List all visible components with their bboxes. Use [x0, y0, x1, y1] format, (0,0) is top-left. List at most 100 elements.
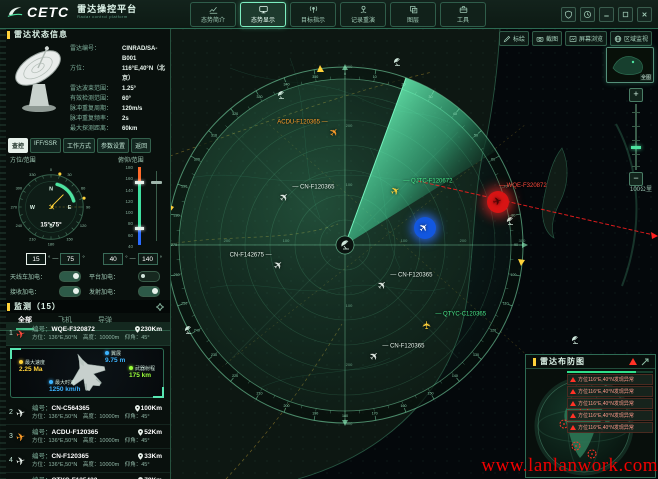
info-value: 116°E,40°N（北京）	[122, 64, 166, 84]
toggle-label: 天线车加电：	[10, 272, 46, 281]
aircraft-WQE-F320872[interactable]: ✈— WQE-F320872	[487, 191, 509, 213]
alert-item[interactable]: 方位116°E,40°N发现异常	[567, 422, 653, 433]
tab-broadcast[interactable]: 目标指示	[290, 2, 336, 27]
maximize-button[interactable]	[618, 7, 633, 22]
toggle-label: 接收加电：	[10, 287, 40, 296]
aircraft-QJTC-F120672[interactable]: ✈— QJTC-F120672	[391, 187, 400, 198]
svg-text:60: 60	[491, 158, 495, 162]
clock-button[interactable]	[580, 7, 595, 22]
alert-text: 方位116°E,40°N发现异常	[578, 424, 634, 431]
azimuth-range-inputs: °— °	[26, 253, 85, 265]
aircraft-label: — CN-F120365	[390, 273, 432, 279]
monitor-title: 监测（15）	[14, 301, 61, 312]
azimuth-compass[interactable]: 0306090120150180210240270300330NESW✈15°-…	[8, 164, 94, 250]
selected-target-detail-card: 翼展9.75 m 最大速度2.25 Ma 最大时速1250 km/h 武器射程1…	[10, 348, 164, 398]
control-tab[interactable]: 工作方式	[63, 138, 95, 153]
svg-text:0: 0	[50, 167, 53, 172]
tab-record[interactable]: 记录重演	[340, 2, 386, 27]
toggle-switch[interactable]	[138, 271, 160, 282]
toggle-knob	[73, 288, 79, 294]
svg-text:250: 250	[181, 302, 187, 306]
elevation-ticks: 180160140120100806040	[120, 165, 133, 249]
tab-chart[interactable]: 态势简介	[190, 2, 236, 27]
toggle-switch[interactable]	[59, 286, 81, 297]
range-inputs-row: °— ° °— °	[0, 251, 170, 267]
aircraft-CN-F142675[interactable]: ✈CN-F142675 —	[274, 261, 283, 272]
target-row[interactable]: 2✈编号：CN-C564365100Km方位：136°E,50°N 高度：100…	[6, 401, 170, 425]
control-tab[interactable]: IFF/SSR	[30, 138, 61, 153]
minimap[interactable]: 全图	[606, 47, 654, 83]
elevation-handle-lower[interactable]	[135, 227, 144, 230]
target-row[interactable]: 3✈编号：ACDU-F12036552Km方位：136°E,50°N 高度：10…	[6, 425, 170, 449]
svg-text:200: 200	[224, 238, 231, 243]
control-tab[interactable]: 返回	[131, 138, 151, 153]
svg-text:320: 320	[232, 112, 238, 116]
aircraft-CN-F120365[interactable]: ✈— CN-F120365	[370, 352, 379, 363]
svg-text:N: N	[49, 186, 53, 192]
map-tool-globe[interactable]: 区域监视	[610, 31, 652, 46]
elevation-subhandle[interactable]	[151, 181, 162, 184]
elevation-handle-upper[interactable]	[135, 181, 144, 184]
info-row: 最大探测距离：60km	[70, 124, 166, 134]
target-row[interactable]: 1✈编号：WQE-F320872230Km方位：136°E,50°N 高度：10…	[6, 322, 170, 346]
elevation-from-input[interactable]	[103, 253, 123, 265]
control-tab[interactable]: 查控	[8, 138, 28, 153]
zoom-handle[interactable]	[631, 146, 641, 149]
azimuth-to-input[interactable]	[60, 253, 80, 265]
map-tool-pencil[interactable]: 标绘	[499, 31, 529, 46]
svg-text:150: 150	[66, 236, 73, 241]
zoom-slider[interactable]: + −	[628, 88, 644, 186]
info-label: 脉冲重复周期：	[70, 104, 122, 114]
svg-text:0: 0	[344, 72, 346, 76]
svg-text:120: 120	[490, 329, 496, 333]
alert-item[interactable]: 方位116°E,40°N发现异常	[567, 410, 653, 421]
target-meta: 编号：WQE-F320872230Km方位：136°E,50°N 高度：1000…	[32, 325, 166, 342]
target-row[interactable]: 4✈编号：CN-F12036533Km方位：136°E,50°N 高度：1000…	[6, 449, 170, 473]
svg-text:100: 100	[401, 238, 408, 243]
map-tool-camera[interactable]: 截图	[532, 31, 562, 46]
control-tab[interactable]: 参数设置	[97, 138, 129, 153]
aircraft-CN-F120365[interactable]: ✈— CN-F120365	[280, 193, 289, 204]
close-button[interactable]	[637, 7, 652, 22]
toggle-switch[interactable]	[59, 271, 81, 282]
crosshair-icon[interactable]	[156, 298, 164, 316]
elevation-track[interactable]	[138, 167, 141, 245]
alert-item[interactable]: 方位116°E,40°N发现异常	[567, 386, 653, 397]
tab-layers[interactable]: 图层	[390, 2, 436, 27]
map-tool-screen[interactable]: 屏幕浏览	[565, 31, 607, 46]
target-row[interactable]: 5✈编号：QTYC-F12542278Km方位：136°E,50°N 高度：10…	[6, 473, 170, 479]
alert-item[interactable]: 方位116°E,40°N发现异常	[567, 374, 653, 385]
minimize-button[interactable]	[599, 7, 614, 22]
minimap-tag: 全图	[640, 74, 652, 81]
zoom-track[interactable]	[635, 104, 637, 170]
warning-icon	[629, 358, 637, 365]
alert-warning-icon	[570, 389, 576, 394]
azimuth-from-input[interactable]	[26, 253, 46, 265]
panel-title: 雷达状态信息	[14, 29, 68, 40]
tab-monitor[interactable]: 态势显示	[240, 2, 286, 27]
toggle-switch[interactable]	[138, 286, 160, 297]
zoom-in-button[interactable]: +	[629, 88, 643, 102]
svg-text:60: 60	[81, 186, 86, 191]
aircraft-icon: ✈	[15, 325, 34, 341]
elevation-to-input[interactable]	[138, 253, 158, 265]
logo-text: CETC	[27, 4, 69, 20]
aircraft-label: — CN-F120365	[382, 344, 424, 350]
alert-item[interactable]: 方位116°E,40°N发现异常	[567, 398, 653, 409]
svg-text:200: 200	[346, 362, 353, 367]
aircraft-unknown[interactable]: ✈	[414, 217, 436, 239]
tab-tools[interactable]: 工具	[440, 2, 486, 27]
aircraft-CN-F120365[interactable]: ✈— CN-F120365	[378, 281, 387, 292]
radar-info-block: 雷达编号：CINRAD/SA-B001方位：116°E,40°N（北京）雷达波束…	[0, 41, 170, 135]
aircraft-QTYC-C120365[interactable]: ✈— QTYC-C120365	[423, 320, 432, 331]
svg-text:50: 50	[474, 133, 478, 137]
alarm-button[interactable]	[561, 7, 576, 22]
deployment-header: 雷达布防图	[526, 355, 655, 369]
info-label: 最大探测距离：	[70, 124, 122, 134]
plane-glyph: ✈	[423, 320, 434, 329]
elevation-tick: 100	[120, 210, 133, 215]
target-distance: 52Km	[138, 428, 162, 437]
aircraft-ACDU-F120365[interactable]: ✈ACDU-F120365 —	[330, 128, 339, 139]
elevation-range-inputs: °— °	[103, 253, 162, 265]
elevation-slider[interactable]: 180160140120100806040	[120, 165, 166, 249]
